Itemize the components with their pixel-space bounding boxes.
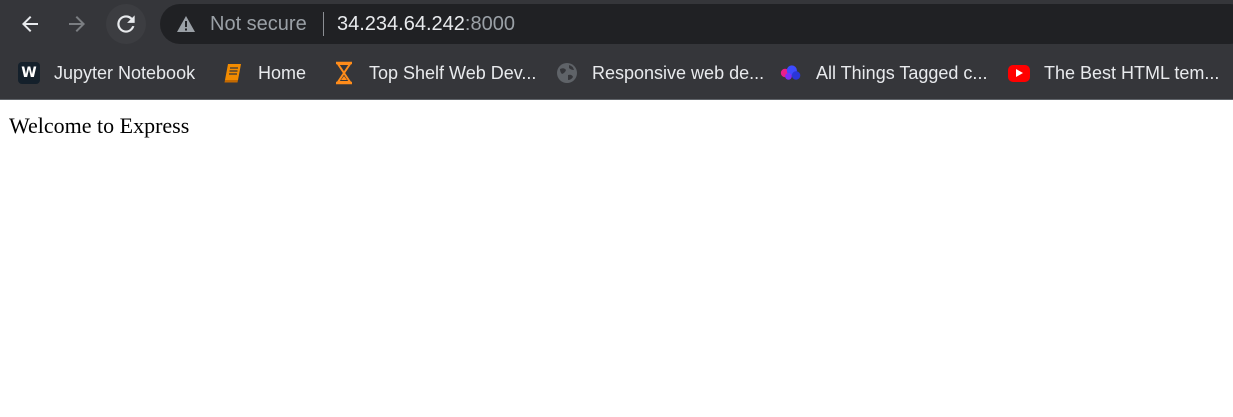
page-body-text: Welcome to Express bbox=[9, 113, 190, 138]
browser-toolbar: Not secure 34.234.64.242:8000 bbox=[0, 0, 1233, 48]
bookmark-all-things-tagged[interactable]: All Things Tagged c... bbox=[780, 60, 987, 86]
bookmark-home[interactable]: Home bbox=[222, 60, 306, 86]
youtube-icon bbox=[1008, 64, 1030, 82]
bookmark-best-html-templates[interactable]: The Best HTML tem... bbox=[1008, 60, 1219, 86]
forward-button[interactable] bbox=[57, 4, 97, 44]
book-icon bbox=[224, 64, 241, 83]
url-text[interactable]: 34.234.64.242:8000 bbox=[337, 13, 515, 36]
url-port: :8000 bbox=[464, 13, 515, 35]
bookmark-label: The Best HTML tem... bbox=[1044, 62, 1220, 83]
back-button[interactable] bbox=[10, 4, 50, 44]
bookmark-top-shelf-web-dev[interactable]: Top Shelf Web Dev... bbox=[333, 60, 536, 86]
bookmarks-bar: W Jupyter Notebook Home Top Shelf Web De… bbox=[0, 50, 1233, 96]
bookmark-label: All Things Tagged c... bbox=[816, 62, 988, 83]
browser-chrome: Not secure 34.234.64.242:8000 W Jupyter … bbox=[0, 0, 1233, 100]
warning-icon[interactable] bbox=[176, 15, 196, 33]
security-status[interactable]: Not secure bbox=[210, 13, 307, 36]
reload-button[interactable] bbox=[106, 4, 146, 44]
arrow-left-icon bbox=[22, 16, 38, 32]
address-separator bbox=[323, 12, 324, 36]
bookmark-label: Top Shelf Web Dev... bbox=[369, 62, 537, 83]
bookmark-jupyter-notebook[interactable]: W Jupyter Notebook bbox=[18, 60, 195, 86]
url-host: 34.234.64.242 bbox=[337, 13, 465, 35]
bookmark-label: Jupyter Notebook bbox=[54, 62, 196, 83]
arrow-right-icon bbox=[69, 16, 85, 32]
bookmark-label: Home bbox=[258, 62, 307, 83]
bookmark-responsive-web-design[interactable]: Responsive web de... bbox=[556, 60, 764, 86]
play-icon bbox=[1016, 69, 1023, 77]
address-bar[interactable]: Not secure 34.234.64.242:8000 bbox=[160, 4, 1233, 44]
bookmark-label: Responsive web de... bbox=[592, 62, 765, 83]
hearts-icon bbox=[780, 65, 801, 80]
w-logo-icon: W bbox=[18, 62, 40, 84]
hourglass-icon bbox=[336, 61, 352, 85]
globe-icon bbox=[557, 63, 577, 83]
reload-icon bbox=[117, 15, 135, 33]
